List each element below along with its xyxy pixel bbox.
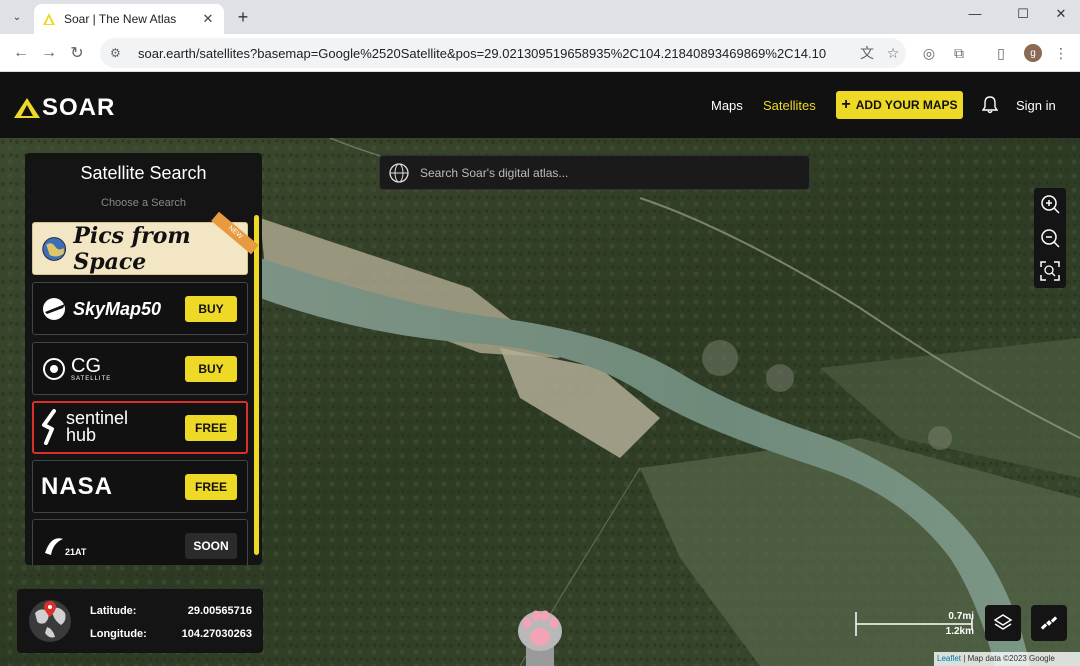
latitude-value: 29.00565716 [187, 605, 252, 617]
provider-nasa[interactable]: NASA FREE [32, 460, 248, 513]
satellite-map[interactable]: Satellite Search Choose a Search NEW Pic… [0, 138, 1080, 666]
leaflet-link[interactable]: Leaflet [937, 654, 961, 663]
side-panel-icon[interactable]: ▯ [990, 42, 1012, 64]
scale-miles: 0.7mi [948, 611, 974, 622]
minimize-button[interactable]: — [960, 6, 990, 21]
zoom-to-extent-icon[interactable] [1038, 259, 1062, 283]
sentinel-s-icon [42, 409, 56, 445]
reload-button[interactable]: ↻ [66, 42, 88, 64]
scale-bar: 0.7mi 1.2km [854, 608, 974, 638]
cg-orbit-icon [43, 358, 65, 380]
soar-logo-icon [14, 98, 40, 118]
plus-icon: + [841, 96, 851, 113]
longitude-value: 104.27030263 [181, 628, 252, 640]
add-your-maps-button[interactable]: + ADD YOUR MAPS [836, 91, 963, 119]
layers-icon [993, 614, 1013, 630]
provider-21at[interactable]: 21AT SOON [32, 519, 248, 565]
map-search-bar[interactable] [379, 155, 810, 190]
globe-icon [42, 237, 67, 261]
app-header: SOAR Maps Satellites + ADD YOUR MAPS Sig… [0, 72, 1080, 138]
coordinates-panel: Latitude: 29.00565716 Longitude: 104.270… [17, 589, 263, 653]
browser-tab-bar: ⌄ Soar | The New Atlas ✕ + — ☐ ✕ [0, 0, 1080, 34]
21at-logo: 21AT [41, 528, 86, 564]
map-attribution: Leaflet | Map data ©2023 Google [934, 652, 1080, 666]
extension-icon[interactable]: ◎ [918, 42, 940, 64]
latitude-label: Latitude: [90, 605, 137, 617]
map-data-credit: | Map data ©2023 Google [963, 654, 1055, 663]
buy-button[interactable]: BUY [185, 296, 237, 322]
skymap-icon [43, 298, 65, 320]
world-globe-pin-icon [29, 600, 71, 642]
satellite-search-panel: Satellite Search Choose a Search NEW Pic… [25, 153, 262, 565]
provider-sentinel-hub[interactable]: sentinel hub FREE [32, 401, 248, 454]
zoom-out-icon[interactable] [1038, 226, 1062, 250]
profile-avatar[interactable]: g [1024, 44, 1042, 62]
nav-satellites[interactable]: Satellites [763, 98, 816, 113]
add-maps-label: ADD YOUR MAPS [855, 98, 958, 112]
cg-satellite-logo: CG SATELLITE [41, 351, 111, 387]
layers-button[interactable] [985, 605, 1021, 641]
free-button[interactable]: FREE [185, 415, 237, 441]
tab-search-menu[interactable]: ⌄ [6, 6, 28, 28]
new-tab-button[interactable]: + [233, 7, 253, 27]
provider-subname: hub [66, 425, 97, 445]
zoom-controls [1034, 188, 1066, 288]
provider-name: NASA [41, 473, 114, 500]
provider-subname: SATELLITE [71, 376, 112, 382]
sentinel-hub-logo: sentinel hub [40, 409, 128, 445]
provider-name: Pics from Space [73, 223, 191, 275]
panel-subtitle: Choose a Search [101, 197, 186, 209]
zoom-in-icon[interactable] [1038, 192, 1062, 216]
provider-cg-satellite[interactable]: CG SATELLITE BUY [32, 342, 248, 395]
forward-button[interactable]: → [38, 42, 60, 64]
cat-paw-icon[interactable] [516, 603, 564, 666]
panel-title: Satellite Search [80, 163, 207, 183]
free-button[interactable]: FREE [185, 474, 237, 500]
provider-skymap50[interactable]: SkyMap50 BUY [32, 282, 248, 335]
url-text[interactable]: soar.earth/satellites?basemap=Google%252… [138, 46, 854, 61]
provider-pics-from-space[interactable]: NEW Pics from Space [32, 211, 259, 275]
translate-icon[interactable]: 文 [854, 43, 880, 63]
provider-name: SkyMap50 [73, 298, 162, 319]
provider-name: CG [71, 355, 101, 377]
logo-text: SOAR [42, 94, 116, 121]
bookmark-star-icon[interactable]: ☆ [880, 45, 906, 62]
maximize-button[interactable]: ☐ [1008, 6, 1038, 22]
tab-close-icon[interactable]: ✕ [200, 11, 216, 27]
notification-bell-icon[interactable] [982, 96, 998, 114]
skymap50-logo: SkyMap50 [41, 291, 161, 327]
pics-from-space-logo: Pics from Space [41, 223, 247, 275]
provider-name: 21AT [65, 547, 87, 557]
satellite-tool-button[interactable] [1031, 605, 1067, 641]
browser-toolbar: ← → ↻ ⚙ soar.earth/satellites?basemap=Go… [0, 34, 1080, 72]
sign-in-link[interactable]: Sign in [1016, 98, 1056, 113]
chrome-menu-icon[interactable]: ⋮ [1050, 42, 1072, 64]
satellite-icon [1040, 616, 1058, 630]
nav-maps[interactable]: Maps [711, 98, 743, 113]
site-info-icon[interactable]: ⚙ [110, 46, 126, 60]
extensions-puzzle-icon[interactable]: ⧉ [948, 42, 970, 64]
nasa-logo: NASA [41, 469, 113, 505]
soon-button[interactable]: SOON [185, 533, 237, 559]
tab-title: Soar | The New Atlas [64, 12, 177, 26]
panel-scrollbar[interactable] [254, 215, 259, 555]
back-button[interactable]: ← [10, 42, 32, 64]
address-bar[interactable]: ⚙ soar.earth/satellites?basemap=Google%2… [100, 38, 906, 68]
close-window-button[interactable]: ✕ [1046, 6, 1076, 22]
globe-search-icon [389, 162, 409, 183]
longitude-label: Longitude: [90, 628, 147, 640]
browser-tab[interactable]: Soar | The New Atlas ✕ [34, 4, 224, 34]
scale-km: 1.2km [945, 626, 974, 637]
soar-logo[interactable]: SOAR [14, 94, 115, 122]
map-search-input[interactable] [420, 165, 800, 180]
soar-favicon-icon [43, 13, 55, 25]
buy-button[interactable]: BUY [185, 356, 237, 382]
